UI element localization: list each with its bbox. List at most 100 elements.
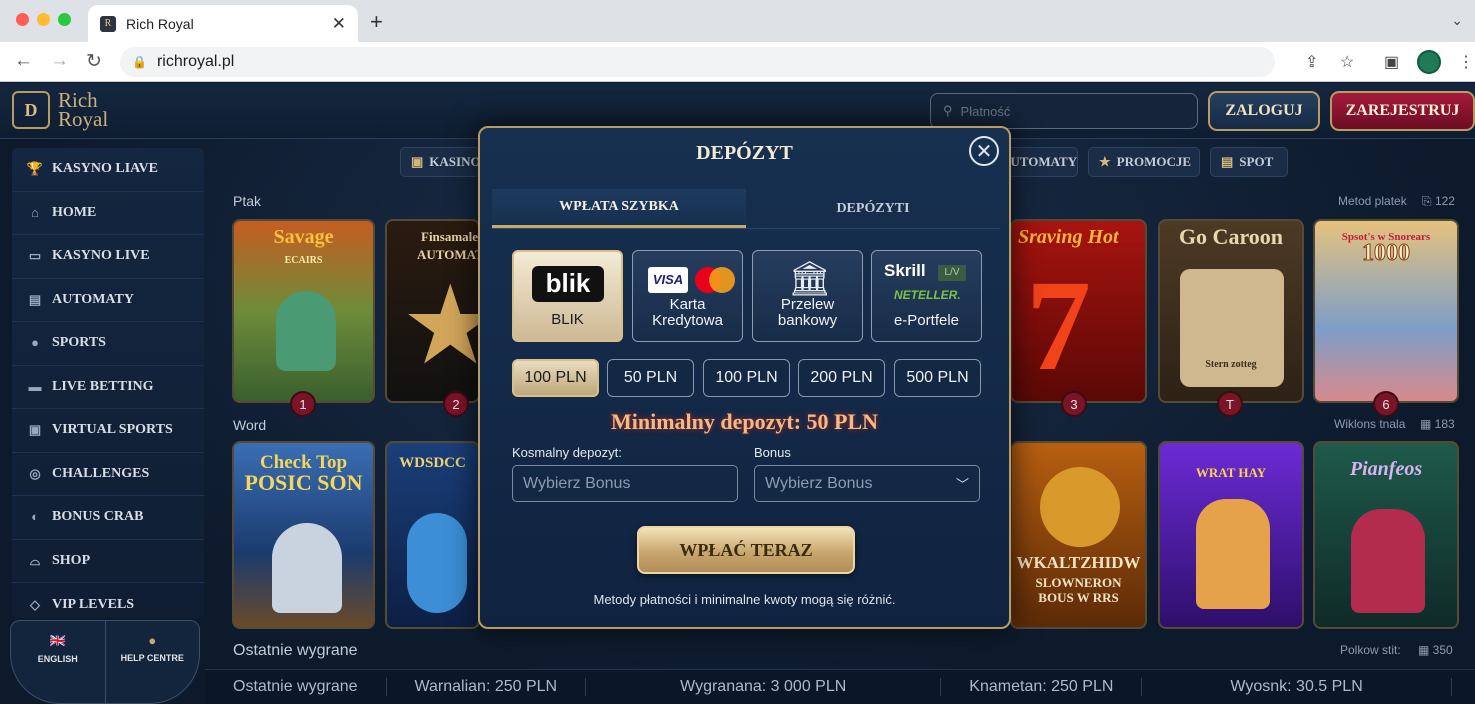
close-modal-button[interactable]: ✕ xyxy=(969,136,999,166)
address-bar: ← → ↻ 🔒 richroyal.pl ⇪ ☆ ▣ ⋮ xyxy=(0,42,1475,82)
sidebar-item-automaty[interactable]: ▤ AUTOMATY xyxy=(12,279,204,322)
menu-kebab-icon[interactable]: ⋮ xyxy=(1458,52,1474,72)
section-right-label-top: Metod platek xyxy=(1338,194,1407,208)
rank-badge: 6 xyxy=(1373,391,1399,417)
tv-icon: ▭ xyxy=(28,248,42,264)
game-card[interactable]: WRAT HAY xyxy=(1158,441,1304,629)
mastercard-orange-circle-icon xyxy=(709,267,735,293)
deposit-amount-input[interactable]: Wybierz Bonus xyxy=(512,465,738,502)
category-spot[interactable]: ▤ SPOT xyxy=(1210,147,1288,177)
sidebar-item-home[interactable]: ⌂ HOME xyxy=(12,192,204,235)
new-tab-icon[interactable]: + xyxy=(370,9,383,35)
tab-quick-deposit[interactable]: WPŁATA SZYBKA xyxy=(492,189,746,228)
browser-tab[interactable]: R Rich Royal ✕ xyxy=(88,5,358,42)
category-automaty[interactable]: AUTOMATY xyxy=(1000,147,1078,177)
amount-option[interactable]: 500 PLN xyxy=(894,359,981,397)
category-label: AUTOMATY xyxy=(1001,154,1078,169)
game-card[interactable]: WKALTZHIDW SLOWNERON BOUS W RRS xyxy=(1010,441,1147,629)
chevron-down-icon: ﹀ xyxy=(955,477,969,492)
sidebar-item-bonus-crab[interactable]: ◐ BONUS CRAB xyxy=(12,496,204,540)
game-title: WKALTZHIDW xyxy=(1016,553,1141,572)
amount-option[interactable]: 100 PLN xyxy=(512,359,599,397)
section-right-label-mid: Wiklons tnala xyxy=(1334,417,1406,431)
jester-character-icon xyxy=(1351,509,1425,613)
rank-badge: 1 xyxy=(290,391,316,417)
minimize-window-dot[interactable] xyxy=(37,13,50,26)
bank-icon: 🏛 xyxy=(788,260,832,298)
category-kasino[interactable]: ▣ KASINO xyxy=(400,147,481,177)
amount-option[interactable]: 200 PLN xyxy=(798,359,885,397)
game-title: Pianfeos xyxy=(1349,458,1423,480)
login-button[interactable]: ZALOGUJ xyxy=(1208,91,1320,131)
game-card[interactable]: Sraving Hot 7 xyxy=(1010,219,1147,403)
slot-icon: ▤ xyxy=(28,291,42,307)
payment-method-card[interactable]: VISA Karta Kredytowa xyxy=(632,250,743,342)
profile-avatar[interactable] xyxy=(1417,50,1441,74)
game-title: Go Caroon xyxy=(1178,224,1284,249)
payment-method-e-wallet[interactable]: Skrill L/V NETELLER. e-Portfele xyxy=(871,250,982,342)
game-subtitle: 1000 xyxy=(1362,240,1411,266)
tab-list-chevron-icon[interactable]: ⌄ xyxy=(1451,12,1463,29)
game-title: Finsamale xyxy=(421,229,479,244)
sidebar-item-virtual-sports[interactable]: ▣ VIRTUAL SPORTS xyxy=(12,409,204,453)
game-card[interactable]: Go Caroon Stern zotteg xyxy=(1158,219,1304,403)
forward-icon[interactable]: → xyxy=(50,50,69,72)
sidepanel-icon[interactable]: ▣ xyxy=(1384,52,1399,72)
browser-tabbar: R Rich Royal ✕ + ⌄ xyxy=(0,0,1475,42)
sidebar-item-label: VIP LEVELS xyxy=(52,596,135,612)
sidebar-item-label: SHOP xyxy=(52,552,91,568)
sidebar-item-label: CHALLENGES xyxy=(52,465,150,481)
lv-badge-icon: L/V xyxy=(938,265,966,281)
amount-option[interactable]: 100 PLN xyxy=(703,359,790,397)
category-label: PROMOCJE xyxy=(1116,154,1192,169)
section-right-label-bottom: Polkow stit: xyxy=(1340,643,1401,657)
close-tab-icon[interactable]: ✕ xyxy=(332,14,346,34)
share-icon[interactable]: ⇪ xyxy=(1305,52,1318,72)
sidebar-item-kasyno-live[interactable]: ▭ KASYNO LIVE xyxy=(12,235,204,279)
lion-emblem-icon xyxy=(1040,467,1120,547)
language-selector[interactable]: 🇬🇧 ENGLISH xyxy=(11,621,105,703)
category-promocje[interactable]: ★ PROMOCJE xyxy=(1088,147,1200,177)
close-window-dot[interactable] xyxy=(16,13,29,26)
game-card[interactable]: Savage ECAIRS xyxy=(232,219,375,403)
game-card[interactable]: Finsamale AUTOMAT ★ xyxy=(385,219,480,403)
rank-badge: 3 xyxy=(1061,391,1087,417)
help-centre-link[interactable]: ● HELP CENTRE xyxy=(104,621,200,703)
sidebar-footer: 🇬🇧 ENGLISH ● HELP CENTRE xyxy=(10,620,200,704)
tab-deposits[interactable]: DEPÓZYTI xyxy=(746,189,1000,228)
section-title-mid: Word xyxy=(233,417,267,433)
amount-option[interactable]: 50 PLN xyxy=(607,359,694,397)
maximize-window-dot[interactable] xyxy=(58,13,71,26)
sidebar-item-kasyno-liave[interactable]: 🏆 KASYNO LIAVE xyxy=(12,148,204,192)
sidebar-item-challenges[interactable]: ◎ CHALLENGES xyxy=(12,453,204,496)
ball-icon: ● xyxy=(31,335,39,351)
payment-method-bank-transfer[interactable]: 🏛 Przelew bankowy xyxy=(752,250,863,342)
plumber-character-icon xyxy=(1196,499,1270,609)
reload-icon[interactable]: ↻ xyxy=(86,50,102,73)
game-card[interactable]: Spsot's w Snorears 1000 xyxy=(1313,219,1459,403)
sidebar-item-live-betting[interactable]: ▬ LIVE BETTING xyxy=(12,366,204,409)
bookmark-star-icon[interactable]: ☆ xyxy=(1340,52,1354,72)
deposit-input-placeholder: Wybierz Bonus xyxy=(523,474,631,492)
sidebar-item-shop[interactable]: ⌓ SHOP xyxy=(12,540,204,583)
game-card[interactable]: Check Top POSIC SON xyxy=(232,441,375,629)
bonus-select[interactable]: Wybierz Bonus ﹀ xyxy=(754,465,980,502)
game-title: WRAT HAY xyxy=(1195,465,1267,480)
payment-method-blik[interactable]: blik BLIK xyxy=(512,250,623,342)
sidebar-item-label: SPORTS xyxy=(52,335,106,351)
tab-title: Rich Royal xyxy=(126,15,194,32)
site-logo[interactable]: D Rich Royal xyxy=(12,90,108,130)
site-search-input[interactable]: ⚲ Płatność xyxy=(930,93,1198,129)
bonus-select-value: Wybierz Bonus xyxy=(765,474,873,492)
sidebar-item-sports[interactable]: ● SPORTS xyxy=(12,322,204,366)
back-icon[interactable]: ← xyxy=(14,50,33,72)
sidebar-item-label: AUTOMATY xyxy=(52,291,134,307)
url-field[interactable]: 🔒 richroyal.pl xyxy=(120,47,1275,77)
deposit-now-button[interactable]: WPŁAĆ TERAZ xyxy=(637,526,855,574)
category-label: SPOT xyxy=(1239,154,1274,169)
search-icon: ⚲ xyxy=(943,103,953,118)
game-card[interactable]: Pianfeos xyxy=(1313,441,1459,629)
game-subtitle: POSIC SON xyxy=(244,470,363,495)
register-button[interactable]: ZAREJESTRUJ xyxy=(1330,91,1475,131)
game-card[interactable]: WDSDCC xyxy=(385,441,480,629)
